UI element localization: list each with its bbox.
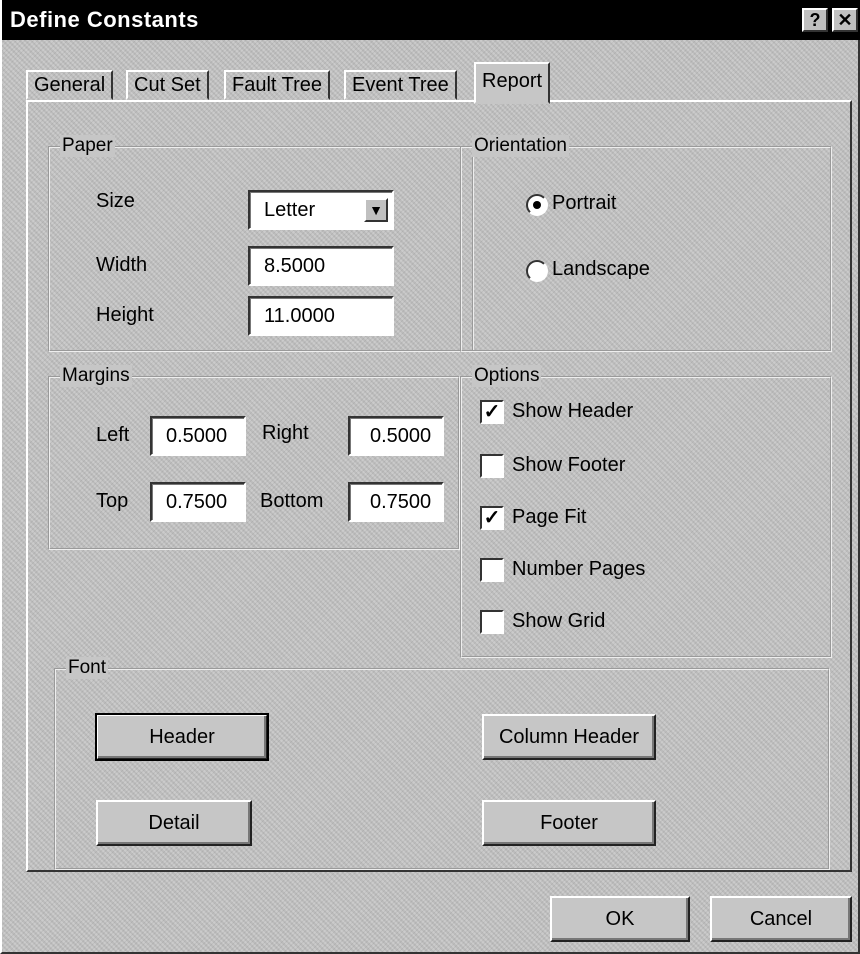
margin-top-label: Top bbox=[96, 490, 129, 512]
landscape-label[interactable]: Landscape bbox=[552, 258, 650, 281]
page-fit-checkbox[interactable]: ✓ bbox=[480, 506, 504, 530]
tab-general[interactable]: General bbox=[26, 70, 114, 100]
tab-report[interactable]: Report bbox=[474, 62, 551, 104]
margins-group: Margins Left 0.5000 Right 0.5000 Top 0.7… bbox=[48, 365, 460, 550]
orientation-group: Orientation Portrait Landscape bbox=[460, 135, 832, 352]
footer-font-button[interactable]: Footer bbox=[482, 800, 656, 846]
cancel-button[interactable]: Cancel bbox=[710, 896, 852, 942]
portrait-label[interactable]: Portrait bbox=[552, 192, 616, 215]
paper-group: Paper Size Letter ▼ Width 8.5000 Height … bbox=[48, 135, 474, 352]
show-footer-label[interactable]: Show Footer bbox=[512, 454, 625, 477]
chevron-down-icon[interactable]: ▼ bbox=[364, 198, 388, 222]
size-value: Letter bbox=[264, 198, 316, 221]
options-group: Options ✓ Show Header Show Footer ✓ Page… bbox=[460, 365, 832, 658]
show-grid-checkbox[interactable] bbox=[480, 610, 504, 634]
paper-group-label: Paper bbox=[60, 135, 115, 157]
show-header-checkbox[interactable]: ✓ bbox=[480, 400, 504, 424]
margin-right-field[interactable]: 0.5000 bbox=[348, 416, 444, 456]
margin-left-field[interactable]: 0.5000 bbox=[150, 416, 246, 456]
tab-event-tree[interactable]: Event Tree bbox=[344, 70, 457, 100]
tab-cut-set[interactable]: Cut Set bbox=[126, 70, 209, 100]
margin-right-label: Right bbox=[262, 422, 309, 444]
margin-bottom-field[interactable]: 0.7500 bbox=[348, 482, 444, 522]
options-group-label: Options bbox=[472, 365, 542, 387]
column-header-font-button[interactable]: Column Header bbox=[482, 714, 656, 760]
margins-group-label: Margins bbox=[60, 365, 132, 387]
margin-left-label: Left bbox=[96, 424, 130, 446]
height-label: Height bbox=[96, 304, 154, 326]
title-bar: Define Constants ? ✕ bbox=[2, 0, 860, 40]
number-pages-checkbox[interactable] bbox=[480, 558, 504, 582]
header-font-button[interactable]: Header bbox=[95, 713, 269, 761]
landscape-radio[interactable] bbox=[526, 260, 548, 282]
height-field[interactable]: 11.0000 bbox=[248, 296, 394, 336]
page-fit-label[interactable]: Page Fit bbox=[512, 506, 586, 529]
margin-bottom-label: Bottom bbox=[260, 490, 324, 512]
width-label: Width bbox=[96, 254, 148, 276]
margin-top-field[interactable]: 0.7500 bbox=[150, 482, 246, 522]
size-label: Size bbox=[96, 190, 135, 212]
portrait-radio[interactable] bbox=[526, 194, 548, 216]
detail-font-button[interactable]: Detail bbox=[96, 800, 252, 846]
help-button[interactable]: ? bbox=[802, 8, 828, 32]
show-footer-checkbox[interactable] bbox=[480, 454, 504, 478]
size-combobox[interactable]: Letter ▼ bbox=[248, 190, 394, 230]
orientation-group-label: Orientation bbox=[472, 135, 569, 157]
show-header-label[interactable]: Show Header bbox=[512, 400, 633, 423]
close-button[interactable]: ✕ bbox=[832, 8, 858, 32]
show-grid-label[interactable]: Show Grid bbox=[512, 610, 605, 633]
ok-button[interactable]: OK bbox=[550, 896, 690, 942]
define-constants-dialog: Define Constants ? ✕ General Cut Set Fau… bbox=[0, 0, 860, 954]
font-group-label: Font bbox=[66, 657, 109, 679]
font-group: Font Header Column Header Detail Footer bbox=[54, 657, 830, 870]
width-field[interactable]: 8.5000 bbox=[248, 246, 394, 286]
tab-fault-tree[interactable]: Fault Tree bbox=[224, 70, 331, 100]
report-tab-panel: Paper Size Letter ▼ Width 8.5000 Height … bbox=[26, 100, 852, 872]
number-pages-label[interactable]: Number Pages bbox=[512, 558, 645, 581]
window-title: Define Constants bbox=[10, 7, 199, 32]
